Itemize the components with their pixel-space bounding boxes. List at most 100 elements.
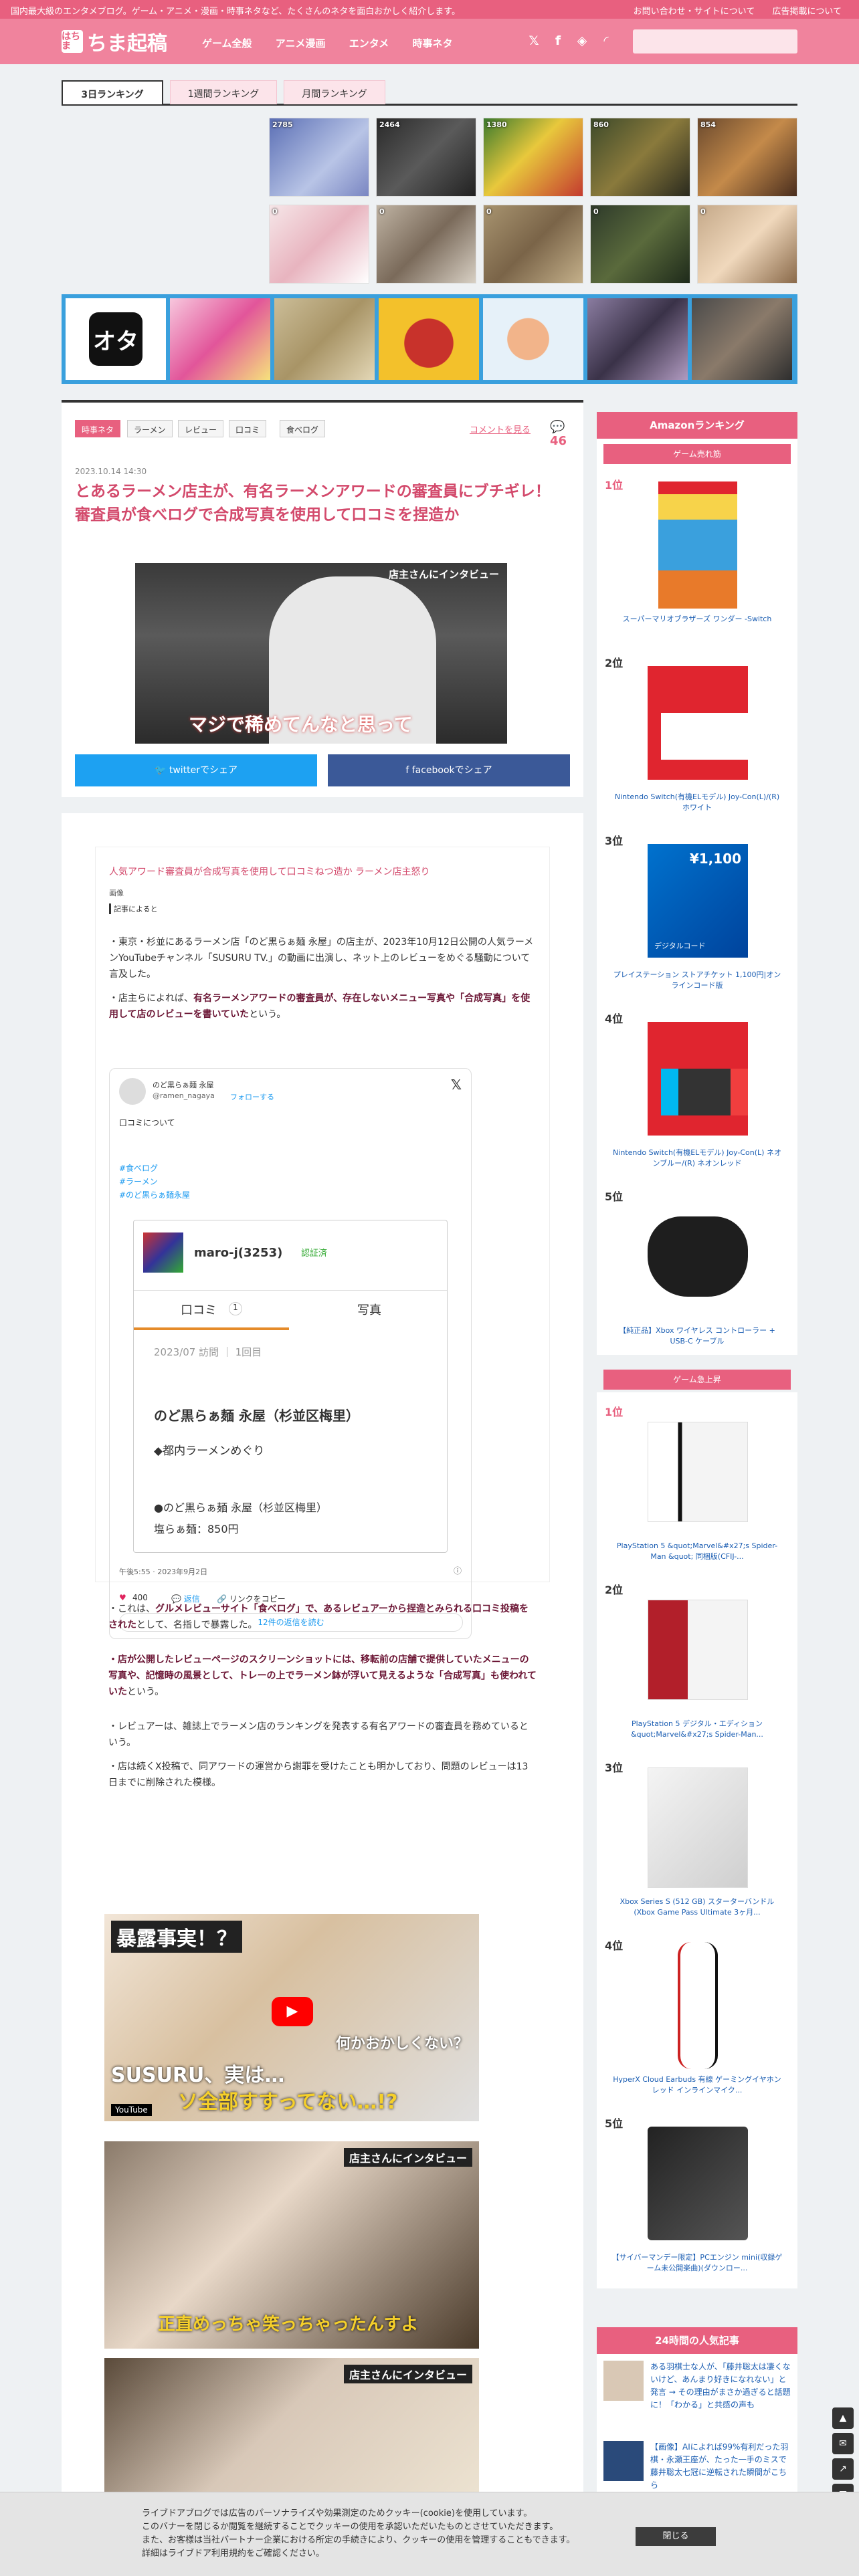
banner-cartoon-image[interactable] <box>483 298 583 380</box>
yt1-caption-mid: 何かおかしくない？ <box>336 2036 469 2052</box>
ranking-count: 2464 <box>379 120 400 129</box>
tab-week[interactable]: 1週間ランキング <box>170 80 277 104</box>
feedly-icon[interactable]: ◈ <box>570 33 594 51</box>
twitter-share-button[interactable]: 🐦 twitterでシェア <box>75 754 317 786</box>
ranking-count: 854 <box>700 120 716 129</box>
amazon-item[interactable]: 5位 【サイバーマンデー限定】PCエンジン mini(収録ゲーム未公開楽曲)(ダ… <box>597 2107 797 2282</box>
product-name[interactable]: Nintendo Switch(有機ELモデル) Joy-Con(L) ネオンブ… <box>610 1148 784 1169</box>
amazon-item[interactable]: 3位 Xbox Series S (512 GB) スターターバンドル (Xbo… <box>597 1751 797 1926</box>
youtube-embed-1[interactable]: 暴露事実！？ ▶ 何かおかしくない？ SUSURU、実は… ソ全部すすってない…… <box>104 1914 479 2121</box>
embedded-tweet[interactable]: のど黒らぁ麺 永屋 @ramen_nagaya フォローする 𝕏 口コミについて… <box>109 1068 472 1639</box>
tab-month[interactable]: 月間ランキング <box>284 80 385 104</box>
ranking-thumb-8[interactable]: 0 <box>483 205 583 284</box>
tweet-hashtag[interactable]: #食べログ <box>119 1162 158 1174</box>
tag-tabelog[interactable]: 食べログ <box>280 420 326 437</box>
cookie-close-button[interactable]: 閉じる <box>636 2527 716 2546</box>
play-icon[interactable]: ▶ <box>272 1997 313 2026</box>
info-icon[interactable]: ⓘ <box>454 1565 462 1576</box>
amazon-item[interactable]: 2位 PlayStation 5 デジタル・エディション &quot;Marve… <box>597 1573 797 1748</box>
ranking-thumb-3[interactable]: 1380 <box>483 118 583 197</box>
facebook-icon[interactable]: f <box>546 33 570 51</box>
contact-link[interactable]: お問い合わせ・サイトについて <box>634 7 755 17</box>
tweet-hashtag[interactable]: #のど黒らぁ麺永屋 <box>119 1189 190 1200</box>
amazon-item[interactable]: 5位 【純正品】Xbox ワイヤレス コントローラー + USB-C ケーブル <box>597 1180 797 1355</box>
product-image: ¥1,100 デジタルコード <box>648 835 748 967</box>
reviewer-avatar <box>143 1232 183 1273</box>
ranking-thumb-4[interactable]: 860 <box>590 118 690 197</box>
ranking-count: 0 <box>593 207 599 216</box>
site-logo[interactable]: はちま ちま起稿 <box>62 29 167 56</box>
psn-label: デジタルコード <box>654 942 706 950</box>
tweet-screenshot: maro-j(3253) 認証済 口コミ 1 写真 2023/07 訪問 ｜ 1… <box>133 1220 448 1553</box>
amazon-item[interactable]: 3位 ¥1,100 デジタルコード プレイステーション ストアチケット 1,100… <box>597 824 797 999</box>
amazon-item[interactable]: 4位 Nintendo Switch(有機ELモデル) Joy-Con(L) ネ… <box>597 1002 797 1177</box>
banner-anime-image[interactable] <box>587 298 688 380</box>
share-icon[interactable]: ↗ <box>832 2458 854 2480</box>
tag-jiji[interactable]: 時事ネタ <box>75 420 121 437</box>
product-name[interactable]: Xbox Series S (512 GB) スターターバンドル (Xbox G… <box>610 1897 784 1918</box>
twitter-icon[interactable]: 𝕏 <box>522 33 546 51</box>
product-name[interactable]: PlayStation 5 &quot;Marvel&#x27;s Spider… <box>610 1541 784 1562</box>
amazon-item[interactable]: 4位 HyperX Cloud Earbuds 有線 ゲーミングイヤホン レッド… <box>597 1929 797 2104</box>
ranking-thumb-10[interactable]: 0 <box>697 205 797 284</box>
ranking-thumb-2[interactable]: 2464 <box>376 118 476 197</box>
amazon-item[interactable]: 1位 PlayStation 5 &quot;Marvel&#x27;s Spi… <box>597 1395 797 1570</box>
comment-count[interactable]: 💬 46 <box>550 420 583 448</box>
facebook-share-button[interactable]: f facebookでシェア <box>328 754 570 786</box>
scroll-top-icon[interactable]: ▲ <box>832 2407 854 2429</box>
tag-ramen[interactable]: ラーメン <box>127 420 173 437</box>
ranking-thumb-7[interactable]: 0 <box>376 205 476 284</box>
tag-review[interactable]: レビュー <box>178 420 224 437</box>
amazon-item[interactable]: 1位 スーパーマリオブラザーズ ワンダー -Switch <box>597 468 797 643</box>
comments-link[interactable]: コメントを見る <box>470 423 531 435</box>
quote-summary: 人気アワード審査員が合成写真を使用して口コミねつ造か ラーメン店主怒り <box>109 867 430 877</box>
otacom-logo[interactable]: オタ <box>66 298 166 380</box>
banner-mario-image[interactable] <box>379 298 479 380</box>
comment-icon[interactable]: ✉ <box>832 2433 854 2454</box>
ads-link[interactable]: 広告掲載について <box>772 7 842 17</box>
cookie-text: ライブドアブログでは広告のパーソナライズや効果測定のためクッキー(cookie)… <box>142 2508 575 2559</box>
rss-icon[interactable]: ◜ <box>594 33 618 51</box>
yt2-caption: 店主さんにインタビュー <box>343 2148 472 2167</box>
amazon-ranking-title: Amazonランキング <box>597 412 797 439</box>
review-count-badge: 1 <box>229 1302 242 1315</box>
banner-anime2-image[interactable] <box>692 298 792 380</box>
banner-peach-image[interactable] <box>170 298 270 380</box>
price: 塩らぁ麺：850円 <box>154 1523 239 1535</box>
youtube-embed-2[interactable]: 店主さんにインタビュー 正直めっちゃ笑っちゃったんすよ <box>104 2141 479 2349</box>
ranking-thumb-9[interactable]: 0 <box>590 205 690 284</box>
tag-kuchikomi[interactable]: 口コミ <box>229 420 267 437</box>
ranking-count: 0 <box>379 207 385 216</box>
popular-title-text[interactable]: ある羽棋士な人が、「藤井聡太は凄くないけど、あんまり好きになれない」と発言 → … <box>650 2361 791 2411</box>
amazon-item[interactable]: 2位 Nintendo Switch(有機ELモデル) Joy-Con(L)/(… <box>597 646 797 821</box>
product-name[interactable]: スーパーマリオブラザーズ ワンダー -Switch <box>610 614 784 625</box>
ranking-thumb-1[interactable]: 2785 <box>269 118 369 197</box>
tab-photo: 写真 <box>357 1303 381 1317</box>
product-name[interactable]: Nintendo Switch(有機ELモデル) Joy-Con(L)/(R) … <box>610 792 784 813</box>
ranking-thumb-6[interactable]: 0 <box>269 205 369 284</box>
ranking-count: 0 <box>486 207 492 216</box>
product-name[interactable]: 【純正品】Xbox ワイヤレス コントローラー + USB-C ケーブル <box>610 1325 784 1347</box>
search-input[interactable] <box>633 29 797 53</box>
product-name[interactable]: プレイステーション ストアチケット 1,100円|オンラインコード版 <box>610 970 784 991</box>
logo-mark: はちま <box>62 30 83 53</box>
ranking-thumb-5[interactable]: 854 <box>697 118 797 197</box>
paragraph-6: ・店は続くX投稿で、同アワードの運営から謝罪を受けたことも明かしており、問題のレ… <box>108 1761 529 1788</box>
nav-jiji[interactable]: 時事ネタ <box>413 37 453 49</box>
popular-item[interactable]: ある羽棋士な人が、「藤井聡太は凄くないけど、あんまり好きになれない」と発言 → … <box>603 2361 791 2434</box>
nav-entame[interactable]: エンタメ <box>349 37 389 49</box>
x-logo-icon[interactable]: 𝕏 <box>451 1077 462 1093</box>
popular-title-text[interactable]: 【画像】AIによれば99%有利だった羽棋・永瀬王座が、たった一手のミスで藤井聡太… <box>650 2441 791 2492</box>
product-name[interactable]: PlayStation 5 デジタル・エディション &quot;Marvel&#… <box>610 1719 784 1740</box>
yt2-subtitle: 正直めっちゃ笑っちゃったんすよ <box>158 2315 419 2335</box>
social-links: 𝕏 f ◈ ◜ <box>522 33 618 51</box>
product-name[interactable]: HyperX Cloud Earbuds 有線 ゲーミングイヤホン レッド イン… <box>610 2074 784 2096</box>
nav-game[interactable]: ゲーム全般 <box>202 37 252 49</box>
product-name[interactable]: 【サイバーマンデー限定】PCエンジン mini(収録ゲーム未公開楽曲)(ダウンロ… <box>610 2252 784 2274</box>
tab-3day[interactable]: 3日ランキング <box>62 80 163 104</box>
follow-link[interactable]: フォローする <box>230 1091 274 1102</box>
banner-studio-image[interactable] <box>274 298 375 380</box>
shop-name-2: ●のど黒らぁ麺 永屋（杉並区梅里） <box>154 1501 328 1514</box>
nav-anime[interactable]: アニメ漫画 <box>276 37 326 49</box>
tweet-hashtag[interactable]: #ラーメン <box>119 1176 158 1187</box>
